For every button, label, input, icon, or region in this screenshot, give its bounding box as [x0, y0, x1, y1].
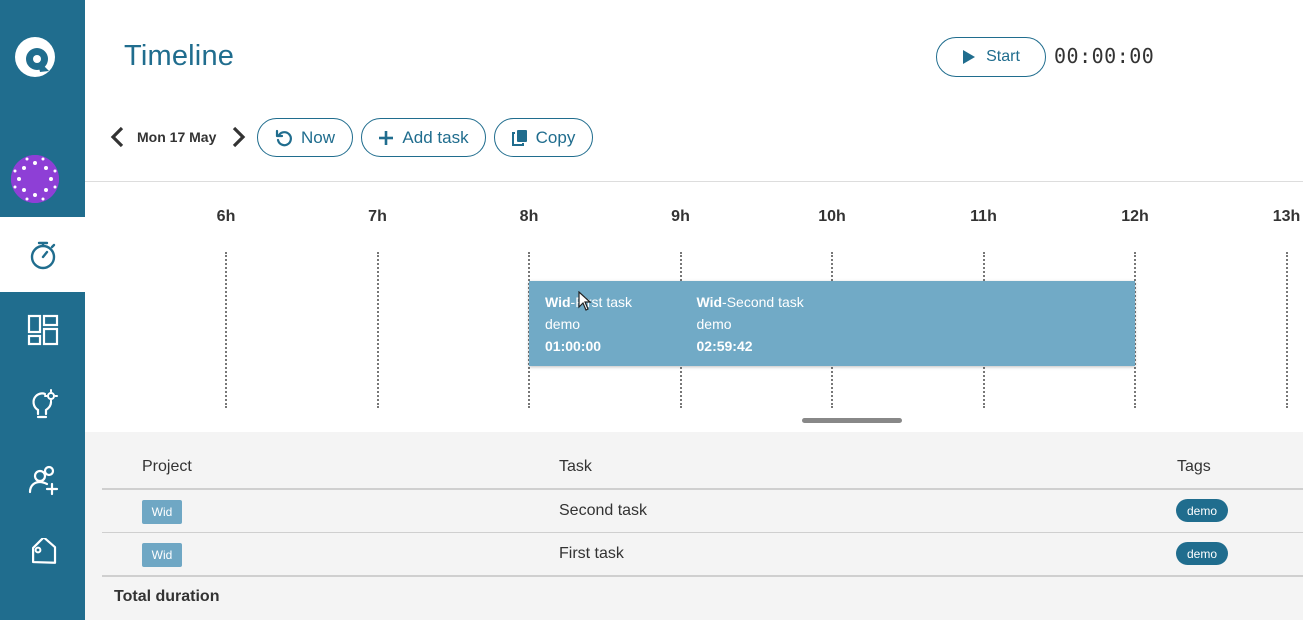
hour-label: 6h	[216, 208, 236, 225]
hour-label: 13h	[1272, 208, 1301, 225]
start-button[interactable]: Start	[936, 37, 1046, 77]
sidebar-item-dashboard[interactable]	[0, 292, 85, 367]
header-divider	[102, 488, 1303, 490]
task-block-tag: demo	[696, 316, 732, 332]
mouse-cursor-icon	[578, 291, 592, 311]
lightbulb-gear-icon	[31, 388, 58, 418]
task-block-project: Wid	[696, 294, 723, 310]
page-title: Timeline	[124, 40, 235, 72]
task-cell[interactable]: Second task	[559, 502, 647, 520]
sidebar-item-timer[interactable]	[0, 217, 85, 292]
total-duration-label: Total duration	[114, 588, 220, 605]
task-cell[interactable]: First task	[559, 545, 624, 563]
task-block-duration: 01:00:00	[545, 338, 602, 354]
task-table	[85, 432, 1303, 620]
dashboard-icon	[27, 314, 58, 345]
hour-gridline	[1285, 252, 1288, 408]
timer-display: 00:00:00	[1054, 44, 1155, 68]
avatar[interactable]	[11, 155, 59, 203]
tag-badge[interactable]: demo	[1176, 499, 1228, 522]
hour-label: 9h	[671, 208, 690, 225]
task-blocks-area: Wid-First task demo 01:00:00 Wid-Second tas…	[529, 281, 1135, 366]
task-block[interactable]: Wid-Second task demo 02:59:42	[681, 281, 1136, 366]
now-label: Now	[300, 127, 335, 147]
tag-badge[interactable]: demo	[1176, 542, 1228, 565]
task-block[interactable]: Wid-First task demo 01:00:00	[529, 281, 681, 366]
copy-icon	[511, 130, 527, 146]
prev-day-button[interactable]	[108, 126, 128, 148]
hour-label: 8h	[519, 208, 539, 225]
start-label: Start	[986, 48, 1020, 65]
add-task-button[interactable]: Add task	[361, 118, 486, 157]
tag-icon	[31, 537, 56, 564]
sidebar-item-team[interactable]	[0, 442, 85, 517]
column-header-tags[interactable]: Tags	[1177, 458, 1211, 476]
task-block-title: Wid-First task	[545, 291, 681, 313]
next-day-button[interactable]	[228, 126, 248, 148]
task-block-name: -Second task	[722, 294, 804, 310]
project-badge[interactable]: Wid	[142, 500, 182, 524]
project-badge[interactable]: Wid	[142, 543, 182, 567]
hour-label: 12h	[1121, 208, 1149, 225]
copy-label: Copy	[535, 127, 576, 147]
current-date: Mon 17 May	[137, 129, 217, 145]
timer-icon	[30, 241, 55, 269]
task-block-tag: demo	[545, 316, 581, 332]
task-block-project: Wid	[545, 294, 571, 310]
copy-button[interactable]: Copy	[494, 118, 593, 157]
now-button[interactable]: Now	[257, 118, 353, 157]
add-task-label: Add task	[402, 127, 469, 147]
add-user-icon	[28, 465, 58, 495]
divider	[85, 181, 1303, 182]
hour-label: 11h	[970, 208, 997, 225]
hour-label: 7h	[368, 208, 387, 225]
column-header-task[interactable]: Task	[559, 458, 592, 476]
play-icon	[963, 50, 976, 64]
sidebar	[0, 0, 85, 620]
app-logo-icon[interactable]	[14, 36, 56, 78]
task-block-duration: 02:59:42	[696, 338, 753, 354]
chevron-left-icon	[110, 126, 124, 148]
row-divider	[102, 532, 1303, 533]
timeline-scrollbar[interactable]	[802, 418, 902, 423]
sidebar-item-tags[interactable]	[0, 517, 85, 592]
hour-label: 10h	[818, 208, 846, 225]
task-block-title: Wid-Second task	[697, 291, 1136, 313]
plus-icon	[379, 130, 394, 145]
undo-icon	[275, 129, 292, 146]
hour-gridline	[225, 252, 227, 408]
column-header-project[interactable]: Project	[142, 458, 192, 476]
total-divider	[102, 575, 1303, 577]
chevron-right-icon	[232, 126, 246, 148]
hour-gridline	[376, 252, 379, 408]
sidebar-item-ideas[interactable]	[0, 367, 85, 442]
